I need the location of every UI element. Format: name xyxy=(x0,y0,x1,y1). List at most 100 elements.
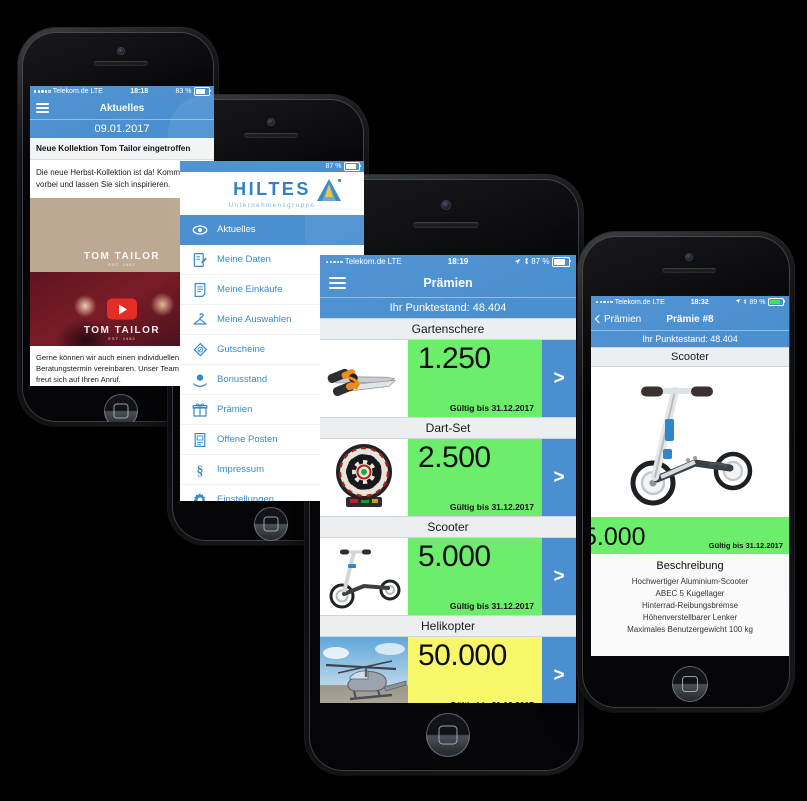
bluetooth-icon xyxy=(524,257,529,267)
phone1-navbar-title: Aktuelles xyxy=(99,102,145,114)
reward-row-gartenschere[interactable]: 1.250 Gültig bis 31.12.2017 > xyxy=(320,340,576,417)
reward-name-header: Scooter xyxy=(320,516,576,538)
clock-label: 18:19 xyxy=(447,257,469,266)
back-button-label: Prämien xyxy=(604,313,642,325)
chevron-right-icon[interactable]: > xyxy=(542,637,576,703)
home-button[interactable] xyxy=(672,666,708,702)
sidebar-item-label: Meine Daten xyxy=(217,254,271,265)
sidebar-item-label: Meine Einkäufe xyxy=(217,284,283,295)
hiltes-triangle-logo xyxy=(316,178,342,204)
invoice-icon xyxy=(192,432,208,448)
chevron-right-icon[interactable]: > xyxy=(542,439,576,516)
clock-label: 18:18 xyxy=(130,88,149,95)
home-button[interactable] xyxy=(104,394,138,422)
phone4-status-bar: Telekom.de LTE 18:32 89 % xyxy=(591,296,789,308)
location-arrow-icon xyxy=(514,258,521,267)
back-button[interactable]: Prämien xyxy=(594,313,642,325)
carrier-label: Telekom.de xyxy=(614,298,651,306)
earpiece-speaker xyxy=(244,133,298,138)
phone3-status-bar: Telekom.de LTE 18:19 87 % xyxy=(320,255,576,269)
paragraph-icon: § xyxy=(192,462,208,478)
carrier-label: Telekom.de xyxy=(344,257,386,266)
reward-points-panel: 50.000 Gültig bis 31.12.2017 xyxy=(408,637,542,703)
price-value: 5.000 xyxy=(591,523,646,551)
phone1-navbar: Aktuelles xyxy=(30,97,214,119)
home-button[interactable] xyxy=(426,713,470,757)
reward-row-helikopter[interactable]: 50.000 Gültig bis 31.12.2017 > xyxy=(320,637,576,703)
helicopter-image xyxy=(320,637,408,703)
network-label: LTE xyxy=(90,88,103,95)
carrier-label: Telekom.de xyxy=(52,88,89,95)
location-arrow-icon xyxy=(735,298,741,306)
reward-points-panel: 5.000 Gültig bis 31.12.2017 xyxy=(408,538,542,615)
receipt-icon xyxy=(192,282,208,298)
phone3-screen: Telekom.de LTE 18:19 87 % Prämien Ihr Pu… xyxy=(320,255,576,703)
front-camera-icon xyxy=(118,48,124,54)
signal-strength-icon xyxy=(326,260,343,264)
points-balance-bar: Ihr Punktestand: 48.404 xyxy=(320,297,576,318)
reward-valid-label: Gültig bis 31.12.2017 xyxy=(418,700,534,703)
sidebar-item-label: Aktuelles xyxy=(217,224,256,235)
front-camera-icon xyxy=(442,201,450,209)
sidebar-item-label: Einstellungen xyxy=(217,494,275,501)
signal-strength-icon xyxy=(34,90,51,93)
reward-row-scooter[interactable]: 5.000 Gültig bis 31.12.2017 > xyxy=(320,538,576,615)
chevron-left-icon xyxy=(594,314,604,324)
chevron-right-icon[interactable]: > xyxy=(542,340,576,417)
price-bar: 5.000 Gültig bis 31.12.2017 xyxy=(591,517,789,554)
reward-row-dart-set[interactable]: 2.500 Gültig bis 31.12.2017 > xyxy=(320,439,576,516)
gear-icon xyxy=(192,492,208,501)
reward-valid-label: Gültig bis 31.12.2017 xyxy=(449,502,534,512)
reward-name-header: Dart-Set xyxy=(320,417,576,439)
battery-icon xyxy=(194,87,212,96)
description-line: ABEC 5 Kugellager xyxy=(655,589,725,598)
description-line: Höhenverstellbarer Lenker xyxy=(642,613,738,622)
front-camera-icon xyxy=(268,119,274,125)
sidebar-item-aktuelles[interactable]: Aktuelles xyxy=(180,215,364,245)
phone3-navbar-title: Prämien xyxy=(423,276,473,290)
phone1-status-right: 83 % xyxy=(176,87,212,96)
reward-points-panel: 2.500 Gültig bis 31.12.2017 xyxy=(408,439,542,516)
svg-text:§: § xyxy=(197,462,204,477)
battery-percent-label: 89 % xyxy=(749,298,766,306)
garden-shears-image xyxy=(320,340,408,417)
form-pencil-icon xyxy=(192,252,208,268)
network-label: LTE xyxy=(387,257,402,266)
description-line: Maximales Benutzergewicht 100 kg xyxy=(627,625,753,634)
hamburger-icon[interactable] xyxy=(329,277,346,289)
logo-wordmark: HILTES xyxy=(233,179,311,199)
reward-name-header: Gartenschere xyxy=(320,318,576,340)
phone2-status-right: 87 % xyxy=(326,162,362,171)
gift-icon xyxy=(192,402,208,418)
reward-points-value: 50.000 xyxy=(418,639,507,672)
chevron-right-icon[interactable]: > xyxy=(542,538,576,615)
phone-device-praemien-list: Telekom.de LTE 18:19 87 % Prämien Ihr Pu… xyxy=(305,175,583,775)
hamburger-icon[interactable] xyxy=(36,102,49,114)
home-button[interactable] xyxy=(254,507,288,541)
earpiece-speaker xyxy=(662,268,716,273)
phone4-status-right: 89 % xyxy=(735,297,786,307)
hanger-icon xyxy=(192,312,208,328)
reward-valid-label: Gültig bis 31.12.2017 xyxy=(449,601,534,611)
news-article-title: Neue Kollektion Tom Tailor eingetroffen xyxy=(30,138,214,160)
phone4-screen: Telekom.de LTE 18:32 89 % Prämien Prämie… xyxy=(591,296,789,656)
scooter-image xyxy=(591,367,789,517)
sidebar-item-label: Offene Posten xyxy=(217,434,278,445)
sidebar-item-label: Gutscheine xyxy=(217,344,266,355)
phone4-navbar: Prämien Prämie #8 xyxy=(591,308,789,330)
reward-points-value: 5.000 xyxy=(418,540,491,573)
phone1-signal-carrier: Telekom.de LTE xyxy=(34,88,103,95)
voucher-tag-icon xyxy=(192,342,208,358)
battery-percent-label: 87 % xyxy=(531,257,550,266)
phone3-navbar: Prämien xyxy=(320,269,576,297)
product-name-header: Scooter xyxy=(591,347,789,367)
phone1-status-bar: Telekom.de LTE 18:18 83 % xyxy=(30,86,214,97)
reward-points-value: 2.500 xyxy=(418,441,491,474)
sidebar-item-label: Impressum xyxy=(217,464,264,475)
screenshot-stage: Telekom.de LTE 18:18 83 % Aktuelles 09.0… xyxy=(0,0,807,801)
network-label: LTE xyxy=(652,298,665,306)
description-line: Hinterrad-Reibungsbremse xyxy=(641,601,739,610)
description-body: Hochwertiger Aluminium-Scooter ABEC 5 Ku… xyxy=(591,576,789,646)
earpiece-speaker xyxy=(413,222,479,228)
youtube-play-icon[interactable] xyxy=(107,298,137,320)
